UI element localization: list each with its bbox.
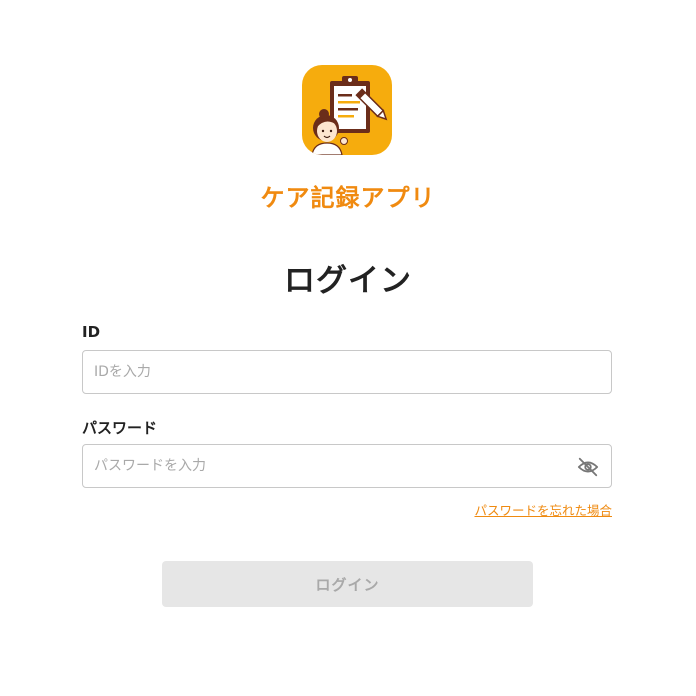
id-input[interactable]	[83, 351, 611, 393]
password-label: パスワード	[82, 419, 158, 437]
app-name: ケア記録アプリ	[260, 184, 436, 212]
caregiver-clipboard-icon	[311, 76, 388, 155]
page-title: ログイン	[284, 263, 412, 299]
app-logo	[302, 65, 392, 155]
password-input[interactable]	[83, 445, 611, 487]
forgot-password-link[interactable]: パスワードを忘れた場合	[474, 500, 612, 519]
id-label: ID	[82, 323, 101, 341]
id-field-container	[82, 350, 612, 394]
password-field-container	[82, 444, 612, 488]
eye-off-icon	[577, 457, 599, 477]
login-button[interactable]: ログイン	[162, 561, 533, 607]
password-visibility-toggle[interactable]	[577, 456, 599, 478]
